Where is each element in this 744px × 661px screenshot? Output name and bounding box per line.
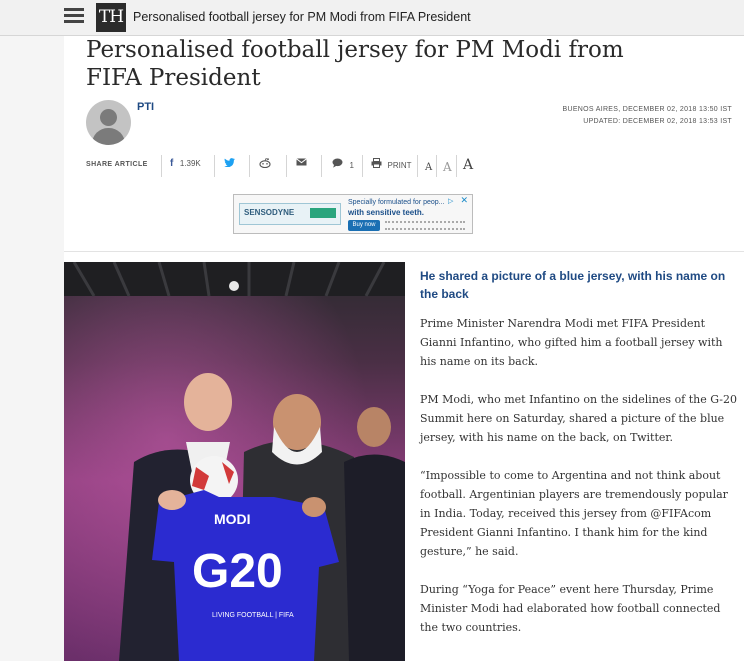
print-button[interactable]: PRINT <box>371 158 412 170</box>
topbar-article-title: Personalised football jersey for PM Modi… <box>133 10 471 24</box>
ad-buy-now-button[interactable]: Buy now <box>348 220 380 231</box>
updated-date: UPDATED: DECEMBER 02, 2018 13:53 IST <box>583 118 732 125</box>
ad-close-button[interactable]: ✕ <box>460 196 468 205</box>
font-size-medium-button[interactable]: A <box>443 160 452 174</box>
article-headline: Personalised football jersey for PM Modi… <box>86 37 624 91</box>
print-label: PRINT <box>387 161 412 170</box>
section-divider <box>64 251 744 252</box>
paragraph-3: “Impossible to come to Argentina and not… <box>420 469 728 558</box>
jersey-name-text: MODI <box>214 511 251 527</box>
ad-headline: Specially formulated for peop... <box>348 199 445 206</box>
author-name[interactable]: PTI <box>137 101 154 113</box>
ad-info-icon[interactable]: ▷ <box>448 197 456 205</box>
left-margin <box>0 36 64 661</box>
ad-product-pack <box>310 208 336 218</box>
comment-count: 1 <box>349 161 354 170</box>
sensodyne-advertisement[interactable]: SENSODYNE Specially formulated for peop.… <box>233 194 473 234</box>
article-subheading: He shared a picture of a blue jersey, wi… <box>420 269 726 301</box>
comment-icon <box>332 158 343 168</box>
published-date: BUENOS AIRES, DECEMBER 02, 2018 13:50 IS… <box>562 106 732 113</box>
ad-brand-name: SENSODYNE <box>244 208 295 217</box>
font-size-small-button[interactable]: A <box>425 162 432 173</box>
site-logo[interactable]: TH <box>96 3 126 32</box>
share-article-label: SHARE ARTICLE <box>86 161 148 168</box>
reddit-icon <box>259 158 271 169</box>
jersey-number-text: G20 <box>192 545 283 598</box>
email-icon <box>296 158 307 166</box>
paragraph-4: During “Yoga for Peace” event here Thurs… <box>420 583 721 634</box>
comments-button[interactable]: 1 <box>332 158 354 170</box>
twitter-share-button[interactable] <box>224 158 235 169</box>
share-toolbar: SHARE ARTICLE f 1.39K 1 PRINT A A A <box>86 153 486 179</box>
dateline: BUENOS AIRES, DECEMBER 02, 2018 13:50 IS… <box>563 104 732 128</box>
print-icon <box>371 158 382 168</box>
ad-brand-banner: SENSODYNE <box>239 203 341 225</box>
paragraph-2: PM Modi, who met Infantino on the sideli… <box>420 393 737 444</box>
twitter-icon <box>224 158 235 168</box>
facebook-share-button[interactable]: f 1.39K <box>170 158 201 169</box>
reddit-share-button[interactable] <box>259 158 271 170</box>
top-navigation-bar: TH Personalised football jersey for PM M… <box>0 0 744 36</box>
hamburger-icon[interactable] <box>64 8 84 24</box>
facebook-share-count: 1.39K <box>179 159 201 168</box>
author-avatar <box>86 100 131 145</box>
jersey-slogan-text: LIVING FOOTBALL | FIFA <box>212 612 294 619</box>
ad-subheadline: with sensitive teeth. <box>348 208 425 217</box>
ad-fine-print <box>385 221 465 230</box>
font-size-large-button[interactable]: A <box>463 157 473 173</box>
article-photo[interactable]: MODI G20 LIVING FOOTBALL | FIFA <box>64 262 405 661</box>
facebook-icon: f <box>170 158 174 169</box>
paragraph-1: Prime Minister Narendra Modi met FIFA Pr… <box>420 317 723 368</box>
email-share-button[interactable] <box>296 158 307 168</box>
